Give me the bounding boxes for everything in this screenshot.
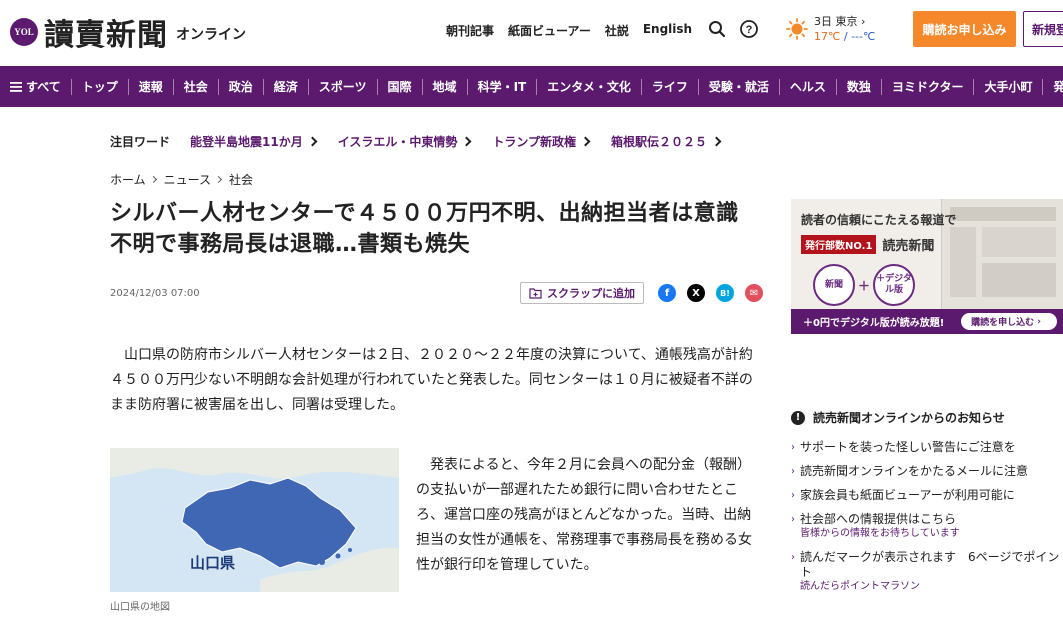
bullet-icon: › [791, 466, 795, 477]
nav-item-yomidr[interactable]: ヨミドクター [882, 78, 975, 95]
subscription-ad-banner[interactable]: 読者の信頼にこたえる報道で 発行部数NO.1 読売新聞 新聞 ＋ ＋デジタル版 … [791, 199, 1063, 334]
nav-item-entertainment[interactable]: エンタメ・文化 [537, 78, 642, 95]
site-logo[interactable]: YOL 讀賣新聞 オンライン [10, 10, 246, 54]
subscribe-button[interactable]: 購読お申し込み [913, 11, 1016, 47]
bullet-icon: › [791, 442, 795, 453]
ad-bar-text: ＋0円でデジタル版が読み放題! [803, 318, 945, 329]
ad-subscribe-button[interactable]: 購読を申し込む › [961, 313, 1057, 330]
ad-brand: 読売新聞 [882, 239, 935, 254]
map-label: 山口県 [190, 554, 235, 572]
chevron-right-icon [215, 175, 223, 184]
info-icon: ! [791, 410, 805, 425]
sun-icon [786, 18, 808, 40]
breadcrumb-society[interactable]: 社会 [229, 171, 253, 188]
logo-sub: オンライン [176, 27, 246, 43]
bullet-icon: › [791, 552, 795, 563]
link-editorial[interactable]: 社説 [605, 22, 629, 39]
search-icon[interactable] [706, 18, 728, 40]
nav-item-politics[interactable]: 政治 [219, 78, 264, 95]
x-icon[interactable]: X [687, 284, 705, 302]
chevron-right-icon [580, 136, 591, 147]
breadcrumb-home[interactable]: ホーム [110, 171, 146, 188]
trending-words: 注目ワード 能登半島地震11か月 イスラエル・中東情勢 トランプ新政権 箱根駅伝… [110, 133, 742, 150]
newspaper-image [941, 199, 1063, 309]
header-links: 朝刊記事 紙面ビューアー 社説 English [446, 22, 692, 39]
nav-item-breaking[interactable]: 速報 [129, 78, 174, 95]
map-graphic: 山口県 [110, 448, 399, 592]
article-paragraph: 山口県の防府市シルバー人材センターは２日、２０２０～２２年度の決算について、通帳… [110, 347, 753, 413]
site-header: YOL 讀賣新聞 オンライン 朝刊記事 紙面ビューアー 社説 English ?… [0, 0, 1063, 62]
register-button[interactable]: 新規登 [1023, 11, 1063, 47]
weather-temperature: 17℃ / ---℃ [814, 30, 876, 43]
scrap-icon [529, 288, 542, 299]
map-caption: 山口県の地図 [110, 602, 170, 613]
nav-item-economy[interactable]: 経済 [264, 78, 309, 95]
list-item[interactable]: › 読売新聞オンラインをかたるメールに注意 [791, 464, 1063, 479]
nav-item-top[interactable]: トップ [72, 78, 129, 95]
help-icon[interactable]: ? [738, 18, 760, 40]
category-nav: すべて トップ 速報 社会 政治 経済 スポーツ 国際 地域 科学・IT エンタ… [0, 66, 1063, 107]
nav-all[interactable]: すべて [0, 78, 72, 95]
nav-item-hatsugen-komachi[interactable]: 発言小町 [1043, 79, 1063, 95]
bullet-icon: › [791, 490, 795, 501]
trending-item[interactable]: イスラエル・中東情勢 [338, 133, 472, 150]
notice-heading: ! 読売新聞オンラインからのお知らせ [791, 409, 1005, 426]
nav-item-international[interactable]: 国際 [378, 78, 423, 95]
chevron-right-icon [307, 136, 318, 147]
ad-circle-digital: ＋デジタル版 [873, 264, 915, 306]
weather-place: 3日 東京 › [814, 15, 866, 28]
nav-item-science-it[interactable]: 科学・IT [468, 78, 538, 95]
nav-item-regional[interactable]: 地域 [423, 78, 468, 95]
bullet-icon: › [791, 514, 795, 525]
yamaguchi-map-image[interactable]: 山口県 [110, 448, 399, 592]
ad-headline: 読者の信頼にこたえる報道で [801, 213, 957, 227]
hatena-icon[interactable]: B! [716, 284, 734, 302]
breadcrumb: ホーム ニュース 社会 [110, 171, 253, 188]
scrap-button[interactable]: スクラップに追加 [520, 282, 644, 304]
ad-circle-newspaper: 新聞 [813, 264, 855, 306]
breadcrumb-news[interactable]: ニュース [164, 171, 211, 188]
article-paragraph: 発表によると、今年２月に会員への配分金（報酬）の支払いが一部遅れたため銀行に問い… [416, 457, 752, 573]
list-item[interactable]: › 読んだマークが表示されます 6ページでポイント 読んだらポイントマラソン [791, 550, 1063, 594]
logo-text: 讀賣新聞 [44, 18, 168, 53]
nav-item-sudoku[interactable]: 数独 [837, 78, 882, 95]
arrow-right-icon: › [1037, 316, 1041, 327]
yol-badge: YOL [10, 18, 38, 46]
nav-item-society[interactable]: 社会 [174, 78, 219, 95]
chevron-right-icon [461, 136, 472, 147]
notice-list: › サポートを装った怪しい警告にご注意を › 読売新聞オンラインをかたるメールに注意… [791, 440, 1063, 594]
trending-item[interactable]: トランプ新政権 [492, 133, 591, 150]
article-title: シルバー人材センターで４５００万円不明、出納担当者は意識不明で事務局長は退職…書… [110, 201, 739, 257]
link-english[interactable]: English [643, 22, 692, 39]
nav-item-health[interactable]: ヘルス [780, 78, 837, 95]
menu-icon [10, 81, 22, 92]
nav-item-otekomachi[interactable]: 大手小町 [974, 78, 1044, 95]
chevron-right-icon [149, 175, 157, 184]
ad-plus: ＋ [858, 279, 871, 293]
list-item[interactable]: › 家族会員も紙面ビューアーが利用可能に [791, 488, 1063, 503]
link-morning-articles[interactable]: 朝刊記事 [446, 22, 494, 39]
ad-badge: 発行部数NO.1 [801, 235, 877, 254]
nav-item-life[interactable]: ライフ [642, 78, 699, 95]
link-paper-viewer[interactable]: 紙面ビューアー [508, 22, 591, 39]
weather-widget[interactable]: 3日 東京 › 17℃ / ---℃ [786, 14, 875, 44]
mail-icon[interactable]: ✉ [745, 284, 763, 302]
facebook-icon[interactable]: f [658, 284, 676, 302]
list-item[interactable]: › 社会部への情報提供はこちら 皆様からの情報をお待ちしています [791, 512, 1063, 541]
nav-item-sports[interactable]: スポーツ [309, 78, 378, 95]
article-date: 2024/12/03 07:00 [110, 288, 200, 299]
nav-item-exam-jobs[interactable]: 受験・就活 [699, 78, 780, 95]
chevron-right-icon [711, 136, 722, 147]
trending-item[interactable]: 能登半島地震11か月 [190, 133, 318, 150]
list-item[interactable]: › サポートを装った怪しい警告にご注意を [791, 440, 1063, 455]
trending-item[interactable]: 箱根駅伝２０２５ [611, 133, 722, 150]
svg-text:?: ? [746, 24, 753, 36]
trending-label: 注目ワード [110, 135, 171, 149]
